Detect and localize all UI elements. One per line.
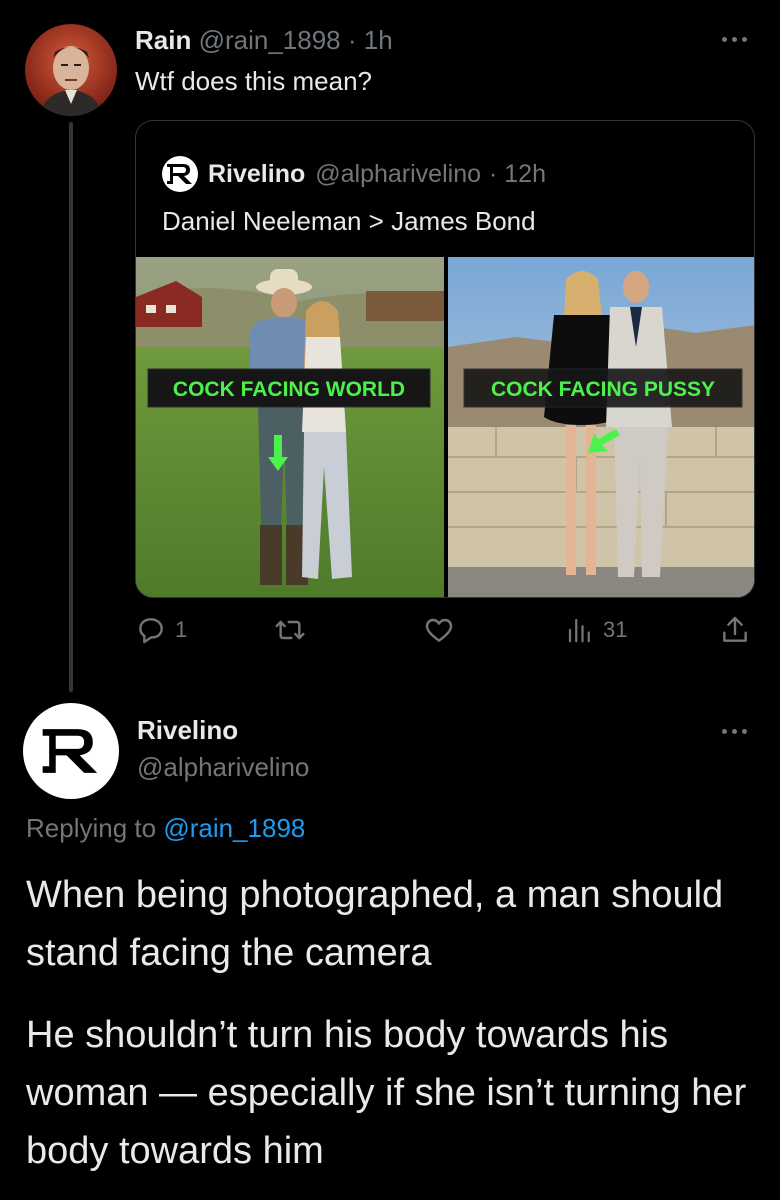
author-name[interactable]: Rain (135, 25, 191, 55)
reply-tweet-text: When being photographed, a man should st… (26, 866, 756, 1200)
avatar[interactable] (25, 24, 117, 116)
left-photo (136, 257, 444, 597)
replying-to-handle-link[interactable]: @rain_1898 (163, 813, 305, 843)
reply-author-handle[interactable]: @alpharivelino (137, 751, 309, 783)
retweet-button[interactable] (273, 614, 315, 646)
replying-to-label: Replying to (26, 813, 157, 843)
like-icon (425, 618, 453, 642)
quoted-tweet-header: Rivelino @alpharivelino · 12h (162, 156, 546, 192)
share-button[interactable] (719, 614, 751, 646)
reply-avatar[interactable] (23, 703, 119, 799)
portrait-avatar-icon (25, 24, 117, 116)
replying-to-line: Replying to @rain_1898 (26, 812, 305, 844)
reply-icon (139, 618, 163, 644)
quoted-tweet-card[interactable]: Rivelino @alpharivelino · 12h Daniel Nee… (135, 120, 755, 598)
reply-author-name[interactable]: Rivelino (137, 714, 238, 746)
right-caption: COCK FACING PUSSY (491, 378, 715, 401)
views-count: 31 (603, 617, 628, 642)
right-photo (448, 257, 754, 597)
quoted-timestamp: · 12h (489, 160, 546, 188)
quoted-author-name: Rivelino (208, 160, 306, 188)
more-options-icon[interactable] (722, 34, 752, 44)
r-logo-icon (167, 164, 192, 184)
tweet-action-bar: 1 31 (133, 614, 755, 648)
share-icon (723, 616, 747, 642)
reply-button[interactable]: 1 (135, 614, 187, 646)
quoted-author-handle: @alpharivelino (315, 160, 481, 188)
tweet-header: Rain @rain_1898 · 1h (135, 24, 393, 56)
quoted-avatar (162, 156, 198, 192)
author-handle[interactable]: @rain_1898 (199, 25, 341, 55)
reply-paragraph-2: He shouldn’t turn his body towards his w… (26, 1014, 747, 1172)
reply-paragraph-1: When being photographed, a man should st… (26, 874, 724, 974)
timestamp[interactable]: · 1h (348, 25, 393, 55)
tweet-text: Wtf does this mean? (135, 66, 372, 96)
quoted-media-image[interactable]: COCK FACING WORLD COCK FACING PUSSY (136, 257, 755, 598)
left-caption: COCK FACING WORLD (173, 378, 405, 401)
quoted-tweet-text: Daniel Neeleman > James Bond (162, 206, 536, 236)
r-logo-icon (42, 729, 98, 773)
thread-connector-line (69, 122, 73, 692)
views-icon (568, 618, 590, 643)
like-button[interactable] (423, 614, 463, 646)
views-button[interactable]: 31 (565, 614, 627, 646)
more-options-icon[interactable] (722, 726, 752, 736)
retweet-icon (275, 620, 305, 640)
reply-count: 1 (175, 617, 188, 642)
